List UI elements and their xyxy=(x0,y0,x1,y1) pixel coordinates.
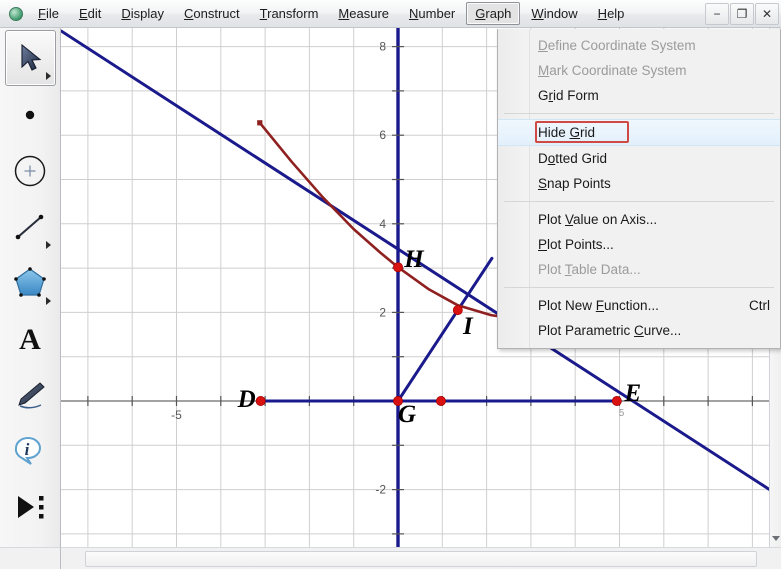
menu-display[interactable]: Display xyxy=(112,2,173,25)
flyout-arrow-icon[interactable] xyxy=(45,241,51,249)
polygon-icon xyxy=(14,267,46,297)
svg-text:i: i xyxy=(25,440,30,459)
menu-file[interactable]: File xyxy=(29,2,68,25)
svg-text:A: A xyxy=(19,323,41,356)
menu-item-dotted-grid[interactable]: Dotted Grid xyxy=(498,146,780,171)
menu-item-label: Snap Points xyxy=(538,176,611,191)
point-label-I: I xyxy=(462,313,474,340)
menu-separator xyxy=(504,113,774,114)
y-axis-tick-label: -2 xyxy=(375,483,386,497)
point-tool[interactable] xyxy=(6,88,55,142)
menu-item-plot-value-on-axis[interactable]: Plot Value on Axis... xyxy=(498,207,780,232)
minimize-button[interactable]: − xyxy=(705,2,729,25)
marker-tool[interactable] xyxy=(6,368,55,422)
window-controls: − ❐ ✕ xyxy=(704,0,781,27)
menu-separator xyxy=(504,201,774,202)
point-label-E: E xyxy=(623,380,641,407)
restore-button[interactable]: ❐ xyxy=(730,2,754,25)
marker-pen-icon xyxy=(18,382,45,409)
point-E[interactable] xyxy=(611,396,622,406)
menu-item-plot-points[interactable]: Plot Points... xyxy=(498,232,780,257)
menu-item-label: Mark Coordinate System xyxy=(538,63,687,78)
information-tool[interactable]: i xyxy=(6,424,55,478)
menu-item-label: Plot Parametric Curve... xyxy=(538,323,682,338)
scroll-down-arrow-icon[interactable] xyxy=(772,536,780,541)
graph-menu-dropdown[interactable]: Define Coordinate System Mark Coordinate … xyxy=(497,29,781,349)
menu-item-plot-table-data: Plot Table Data... xyxy=(498,257,780,282)
menu-graph[interactable]: Graph xyxy=(466,2,521,25)
selection-arrow-tool[interactable] xyxy=(4,30,56,86)
menu-item-label: Plot Points... xyxy=(538,237,614,252)
curve-endpoint-marker[interactable] xyxy=(257,120,263,126)
menu-item-label: Plot Value on Axis... xyxy=(538,212,658,227)
menu-item-shortcut: Ctrl xyxy=(749,298,770,313)
menu-window[interactable]: Window xyxy=(522,2,586,25)
application-window: File Edit Display Construct Transform Me… xyxy=(0,0,781,569)
arrow-cursor-icon xyxy=(21,43,42,71)
horizontal-scrollbar[interactable] xyxy=(85,551,757,567)
menu-item-plot-new-function[interactable]: Plot New Function... Ctrl xyxy=(498,293,780,318)
flyout-arrow-icon[interactable] xyxy=(45,297,51,305)
menu-item-label: Grid Form xyxy=(538,88,599,103)
compass-tool[interactable] xyxy=(6,144,55,198)
sketchpad-icon xyxy=(6,4,26,24)
menu-separator xyxy=(504,287,774,288)
menu-help[interactable]: Help xyxy=(589,2,634,25)
polygon-tool[interactable] xyxy=(6,256,55,310)
play-menu-icon xyxy=(18,496,44,519)
point-label-G: G xyxy=(398,401,416,428)
x-axis-tick-label: 5 xyxy=(619,408,625,419)
text-a-icon: A xyxy=(19,323,41,356)
close-button[interactable]: ✕ xyxy=(755,2,779,25)
y-axis-tick-label: 6 xyxy=(379,128,386,142)
info-balloon-icon: i xyxy=(14,437,42,465)
text-tool[interactable]: A xyxy=(6,312,55,366)
menu-item-label: Plot New Function... xyxy=(538,298,659,313)
menu-item-hide-grid[interactable]: Hide Grid xyxy=(498,119,780,146)
y-axis-tick-label: 8 xyxy=(379,40,386,54)
circle-icon xyxy=(14,155,46,187)
menu-item-label: Hide Grid xyxy=(538,125,596,140)
y-axis-tick-label: 2 xyxy=(379,305,386,319)
menu-number[interactable]: Number xyxy=(400,2,464,25)
point-label-D: D xyxy=(237,386,256,413)
menu-bar: File Edit Display Construct Transform Me… xyxy=(0,0,781,28)
point-I[interactable] xyxy=(452,305,463,316)
menu-edit[interactable]: Edit xyxy=(70,2,110,25)
menu-item-define-coordinate-system: Define Coordinate System xyxy=(498,33,780,58)
custom-tool[interactable] xyxy=(6,480,55,534)
menu-transform[interactable]: Transform xyxy=(251,2,328,25)
menu-construct[interactable]: Construct xyxy=(175,2,249,25)
point-D[interactable] xyxy=(255,396,266,406)
line-segment-icon xyxy=(15,214,44,240)
menu-item-snap-points[interactable]: Snap Points xyxy=(498,171,780,196)
point-icon xyxy=(25,110,35,120)
point-H[interactable] xyxy=(393,262,403,273)
menu-item-plot-parametric-curve[interactable]: Plot Parametric Curve... xyxy=(498,318,780,343)
toolbar-corner xyxy=(0,547,61,569)
menu-item-label: Dotted Grid xyxy=(538,151,608,166)
point-unlabeled[interactable] xyxy=(436,396,446,406)
flyout-arrow-icon[interactable] xyxy=(45,72,51,80)
menu-item-label: Define Coordinate System xyxy=(538,38,696,53)
point-label-H: H xyxy=(403,246,425,273)
menu-item-label: Plot Table Data... xyxy=(538,262,641,277)
menu-item-grid-form[interactable]: Grid Form xyxy=(498,83,780,108)
y-axis-tick-label: 4 xyxy=(379,217,386,231)
x-axis-tick-label: -5 xyxy=(171,408,182,422)
tool-palette: A i xyxy=(0,28,61,547)
straightedge-tool[interactable] xyxy=(6,200,55,254)
menu-item-mark-coordinate-system: Mark Coordinate System xyxy=(498,58,780,83)
menu-measure[interactable]: Measure xyxy=(329,2,398,25)
